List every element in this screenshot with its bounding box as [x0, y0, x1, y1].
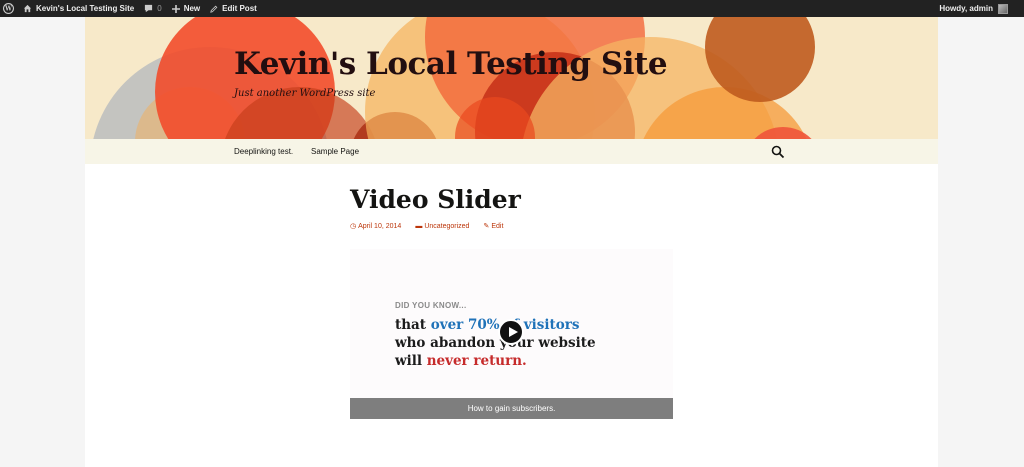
edit-post-label: Edit Post: [222, 4, 257, 13]
nav-item-deeplinking-test[interactable]: Deeplinking test.: [234, 147, 293, 156]
play-button[interactable]: [498, 319, 524, 345]
page: Kevin's Local Testing Site Just another …: [85, 17, 938, 467]
comments-link[interactable]: 0: [139, 0, 166, 17]
nav-item-sample-page[interactable]: Sample Page: [311, 147, 359, 156]
post-date: April 10, 2014: [358, 222, 402, 230]
slide-line-3: will never return.: [395, 353, 527, 369]
new-label: New: [183, 4, 201, 13]
site-header[interactable]: Kevin's Local Testing Site Just another …: [85, 17, 938, 139]
svg-text:W: W: [4, 6, 12, 13]
edit-post-link[interactable]: Edit Post: [205, 0, 262, 17]
page-title: Video Slider: [350, 185, 521, 214]
slide-line-2: who abandon your website: [395, 335, 596, 351]
post-date-link[interactable]: ◷ April 10, 2014: [350, 222, 402, 231]
howdy-label: Howdy, admin: [939, 4, 993, 13]
new-content-link[interactable]: New: [167, 0, 205, 17]
search-icon[interactable]: [771, 145, 785, 159]
clock-icon: ◷: [350, 223, 357, 230]
avatar: [998, 3, 1008, 14]
entry-meta: ◷ April 10, 2014 ▬ Uncategorized ✎ Edit: [350, 222, 517, 231]
home-icon: [23, 4, 32, 13]
comments-count: 0: [157, 4, 162, 13]
site-name-link[interactable]: Kevin's Local Testing Site: [18, 0, 139, 17]
category-link[interactable]: ▬ Uncategorized: [415, 222, 469, 230]
slide-kicker: DID YOU KNOW...: [395, 301, 467, 310]
pencil-icon: [210, 5, 218, 13]
main-navigation: Deeplinking test. Sample Page: [85, 139, 938, 164]
site-name-label: Kevin's Local Testing Site: [36, 4, 135, 13]
folder-icon: ▬: [415, 222, 423, 230]
admin-bar: W Kevin's Local Testing Site 0 New Edit …: [0, 0, 1024, 17]
category-label: Uncategorized: [424, 222, 470, 230]
video-slider[interactable]: DID YOU KNOW... that over 70% of visitor…: [350, 249, 673, 419]
edit-label: Edit: [491, 222, 504, 230]
my-account-link[interactable]: Howdy, admin: [935, 3, 1024, 14]
pencil-icon: ✎: [483, 223, 490, 230]
edit-link[interactable]: ✎ Edit: [483, 222, 504, 231]
slide-line-1: that over 70% of visitors: [395, 317, 580, 333]
comment-icon: [144, 4, 153, 13]
slide-caption: How to gain subscribers.: [350, 398, 673, 419]
wordpress-logo-icon[interactable]: W: [0, 0, 18, 17]
site-description: Just another WordPress site: [234, 88, 376, 99]
plus-icon: [171, 4, 180, 13]
site-title[interactable]: Kevin's Local Testing Site: [234, 46, 668, 82]
